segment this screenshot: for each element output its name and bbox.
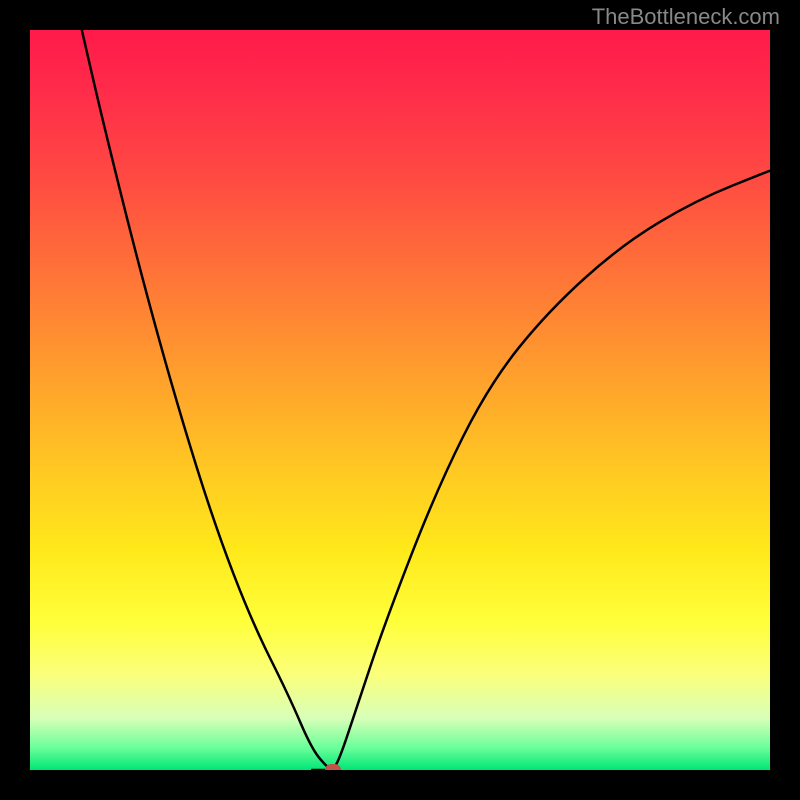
chart-frame: TheBottleneck.com bbox=[0, 0, 800, 800]
watermark-text: TheBottleneck.com bbox=[592, 4, 780, 30]
curve-right-branch bbox=[333, 171, 770, 770]
curve-left-branch bbox=[82, 30, 334, 770]
optimal-point-marker bbox=[325, 764, 341, 770]
bottleneck-curve bbox=[30, 30, 770, 770]
plot-area bbox=[30, 30, 770, 770]
